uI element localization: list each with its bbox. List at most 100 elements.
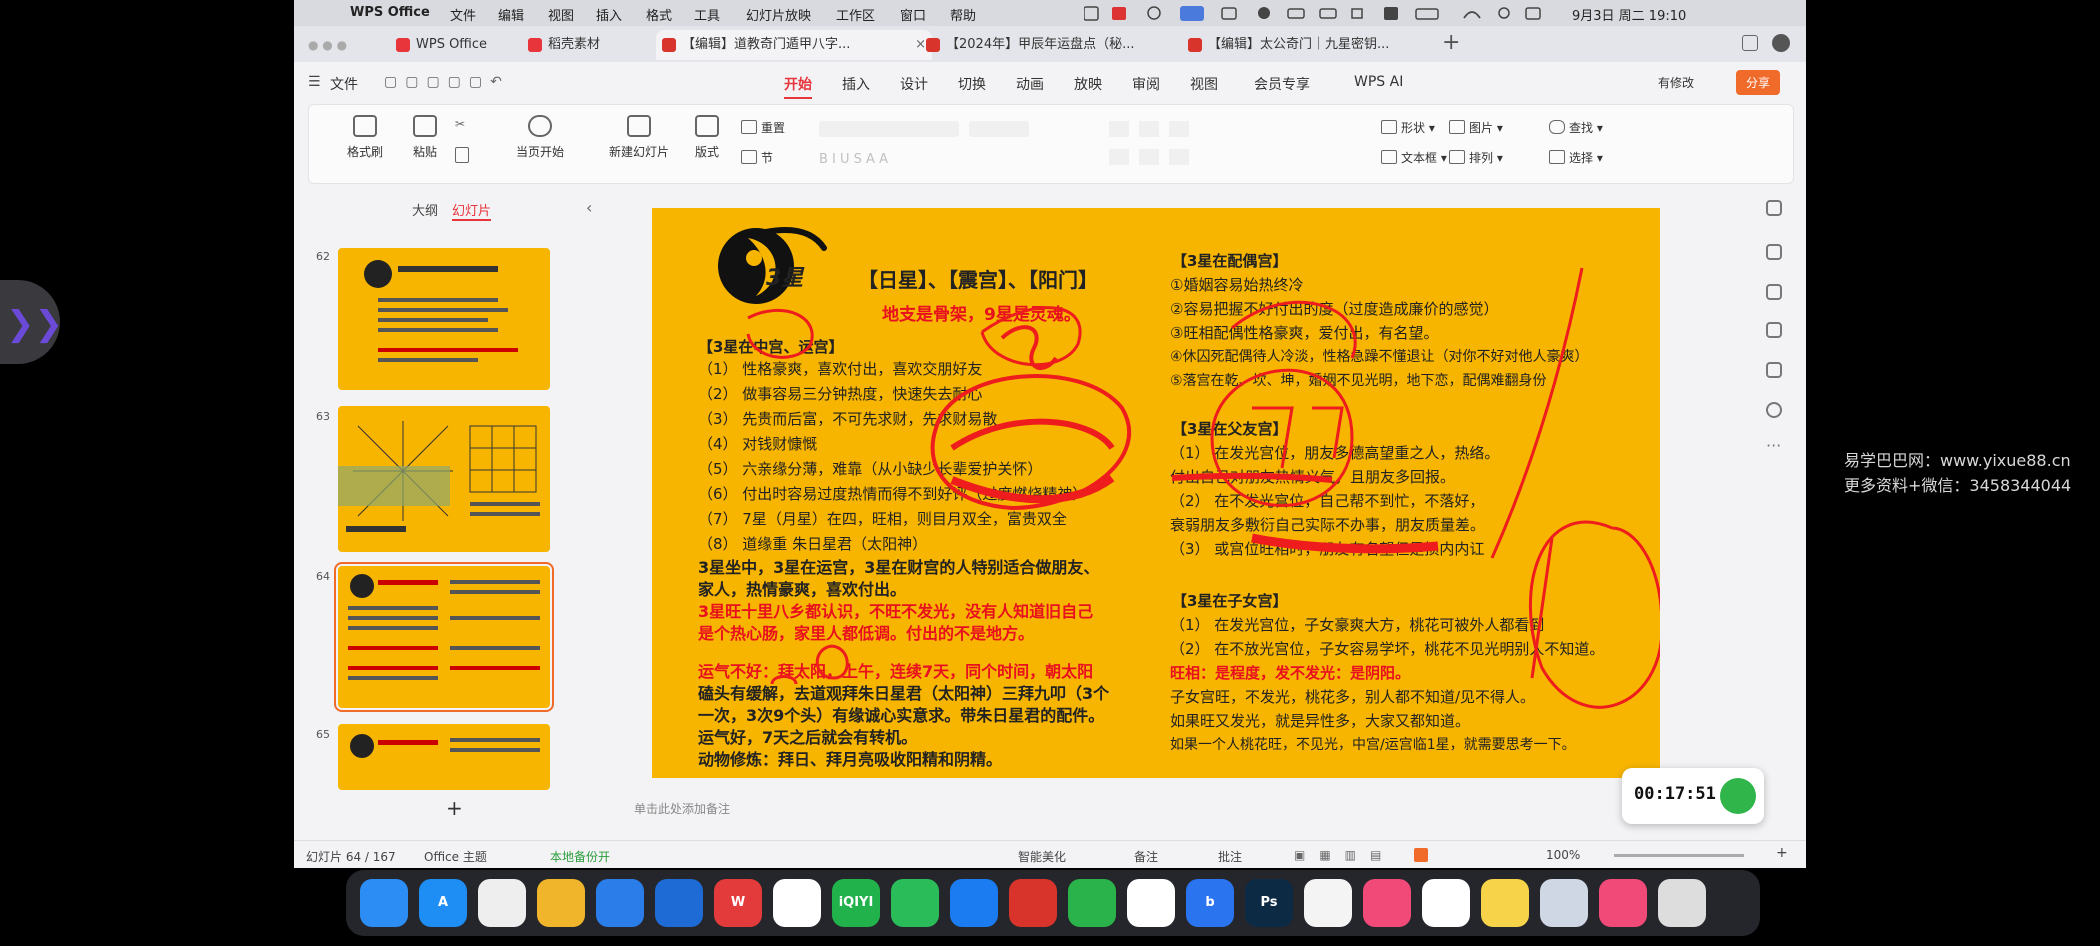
style-icon[interactable]	[1766, 244, 1782, 260]
format-painter-button[interactable]: 格式刷	[343, 115, 387, 160]
tab-design[interactable]: 设计	[900, 74, 928, 94]
menu-format[interactable]: 格式	[646, 5, 672, 24]
dock-app-icon[interactable]	[773, 879, 821, 927]
property-icon[interactable]	[1766, 200, 1782, 216]
zoom-level[interactable]: 100%	[1546, 848, 1580, 862]
tab-wps-office[interactable]: WPS Office	[390, 30, 536, 60]
dock-app-icon[interactable]	[1658, 879, 1706, 927]
menu-insert[interactable]: 插入	[596, 5, 622, 24]
start-from-current-button[interactable]: 当页开始	[505, 115, 575, 160]
window-restore-icon[interactable]	[1742, 35, 1758, 51]
slide-thumbnail-65[interactable]	[338, 724, 550, 790]
dock-app-icon[interactable]: b	[1186, 879, 1234, 927]
slide-thumbnail-62[interactable]	[338, 248, 550, 390]
slide-thumbnail-64[interactable]	[334, 562, 554, 712]
tab-wps-ai[interactable]: WPS AI	[1354, 74, 1403, 90]
add-slide-button[interactable]: +	[446, 796, 463, 820]
menu-slideshow[interactable]: 幻灯片放映	[746, 5, 811, 24]
tab-transition[interactable]: 切换	[958, 74, 986, 94]
zoom-slider[interactable]	[1614, 854, 1744, 857]
tab-animation[interactable]: 动画	[1016, 74, 1044, 94]
collapse-panel-icon[interactable]: ‹	[586, 198, 592, 217]
tab-daoke[interactable]: 稻壳素材	[522, 30, 668, 60]
find-button[interactable]: 查找 ▾	[1549, 119, 1603, 136]
floating-assistant-widget[interactable]: ❯❯	[0, 280, 63, 364]
menu-edit[interactable]: 编辑	[498, 5, 524, 24]
dock-app-icon[interactable]: A	[419, 879, 467, 927]
dock-app-icon[interactable]	[360, 879, 408, 927]
tab-slideshow[interactable]: 放映	[1074, 74, 1102, 94]
tab-member[interactable]: 会员专享	[1254, 74, 1310, 94]
cut-icon[interactable]: ✂	[455, 117, 465, 131]
tab-home[interactable]: 开始	[784, 74, 812, 99]
menu-window[interactable]: 窗口	[900, 5, 926, 24]
tab-insert[interactable]: 插入	[842, 74, 870, 94]
tab-doc-taigong[interactable]: 【编辑】太公奇门｜九星密钥...	[1182, 30, 1458, 60]
arrange-button[interactable]: 排列 ▾	[1449, 149, 1503, 166]
theme-label[interactable]: Office 主题	[424, 848, 487, 865]
dock-app-icon[interactable]	[891, 879, 939, 927]
paste-button[interactable]: 粘贴	[405, 115, 445, 160]
backup-status[interactable]: 本地备份开	[550, 848, 610, 865]
menu-view[interactable]: 视图	[548, 5, 574, 24]
menubar-clock[interactable]: 9月3日 周二 19:10	[1572, 5, 1686, 24]
history-icon[interactable]	[1766, 402, 1782, 418]
comments-toggle[interactable]: 批注	[1218, 848, 1242, 865]
menu-file[interactable]: 文件	[450, 5, 476, 24]
zoom-in-button[interactable]: +	[1776, 845, 1788, 861]
play-slideshow-icon[interactable]	[1414, 848, 1428, 862]
dock-app-icon[interactable]	[1540, 879, 1588, 927]
tab-view[interactable]: 视图	[1190, 74, 1218, 94]
shape-button[interactable]: 形状 ▾	[1381, 119, 1435, 136]
share-button[interactable]: 分享	[1736, 70, 1781, 95]
more-icon[interactable]: ···	[1766, 436, 1781, 455]
dock-app-icon[interactable]	[537, 879, 585, 927]
dock-app-icon[interactable]	[1481, 879, 1529, 927]
new-slide-button[interactable]: 新建幻灯片	[601, 115, 677, 160]
reset-button[interactable]: 重置	[741, 119, 785, 136]
file-menu-button[interactable]: 文件	[330, 74, 358, 94]
dock-app-icon[interactable]	[950, 879, 998, 927]
hamburger-icon[interactable]: ☰	[308, 74, 321, 90]
dock-app-icon[interactable]	[1068, 879, 1116, 927]
dock-app-icon[interactable]	[1009, 879, 1057, 927]
tab-review[interactable]: 审阅	[1132, 74, 1160, 94]
dock-app-icon[interactable]	[1599, 879, 1647, 927]
dock-app-icon[interactable]: iQIYI	[832, 879, 880, 927]
copy-icon[interactable]	[1766, 322, 1782, 338]
menu-app-name[interactable]: WPS Office	[350, 5, 430, 20]
share-icon[interactable]	[1766, 362, 1782, 378]
notes-toggle[interactable]: 备注	[1134, 848, 1158, 865]
menu-help[interactable]: 帮助	[950, 5, 976, 24]
dock-app-icon[interactable]	[1363, 879, 1411, 927]
slides-tab[interactable]: 幻灯片	[452, 200, 492, 221]
picture-button[interactable]: 图片 ▾	[1449, 119, 1503, 136]
tab-doc-bazi[interactable]: 【编辑】道教奇门遁甲八字... ×	[656, 30, 932, 60]
new-tab-button[interactable]: +	[1442, 30, 1460, 55]
dock-app-icon[interactable]	[596, 879, 644, 927]
dock-app-icon[interactable]	[1304, 879, 1352, 927]
quick-access-icons[interactable]: ▢▢▢▢▢↶	[384, 74, 510, 90]
layout-button[interactable]: 版式	[687, 115, 727, 160]
section-button[interactable]: 节	[741, 149, 773, 166]
star-icon[interactable]	[1766, 284, 1782, 300]
dock-app-icon[interactable]: W	[714, 879, 762, 927]
window-controls[interactable]: ● ● ●	[308, 38, 347, 52]
view-mode-icons[interactable]: ▣▦▥▤	[1294, 848, 1395, 862]
slide-canvas[interactable]: 3星 【日星】、【震宫】、【阳门】 地支是骨架，9星是灵魂。 【3星在中宫、运宫…	[652, 208, 1660, 778]
avatar[interactable]	[1772, 34, 1790, 52]
slide-thumbnail-63[interactable]	[338, 406, 550, 552]
outline-tab[interactable]: 大纲	[412, 200, 438, 219]
menu-workspace[interactable]: 工作区	[836, 5, 875, 24]
beautify-button[interactable]: 智能美化	[1018, 848, 1066, 865]
copy-icon[interactable]	[455, 147, 469, 163]
dock-app-icon[interactable]: Ps	[1245, 879, 1293, 927]
select-button[interactable]: 选择 ▾	[1549, 149, 1603, 166]
tab-doc-2024[interactable]: 【2024年】甲辰年运盘点（秘...	[920, 30, 1196, 60]
dock-app-icon[interactable]	[1127, 879, 1175, 927]
menu-tools[interactable]: 工具	[694, 5, 720, 24]
modified-indicator[interactable]: 有修改	[1658, 74, 1694, 91]
dock-app-icon[interactable]	[478, 879, 526, 927]
notes-field[interactable]: 单击此处添加备注	[634, 800, 730, 817]
dock-app-icon[interactable]	[655, 879, 703, 927]
